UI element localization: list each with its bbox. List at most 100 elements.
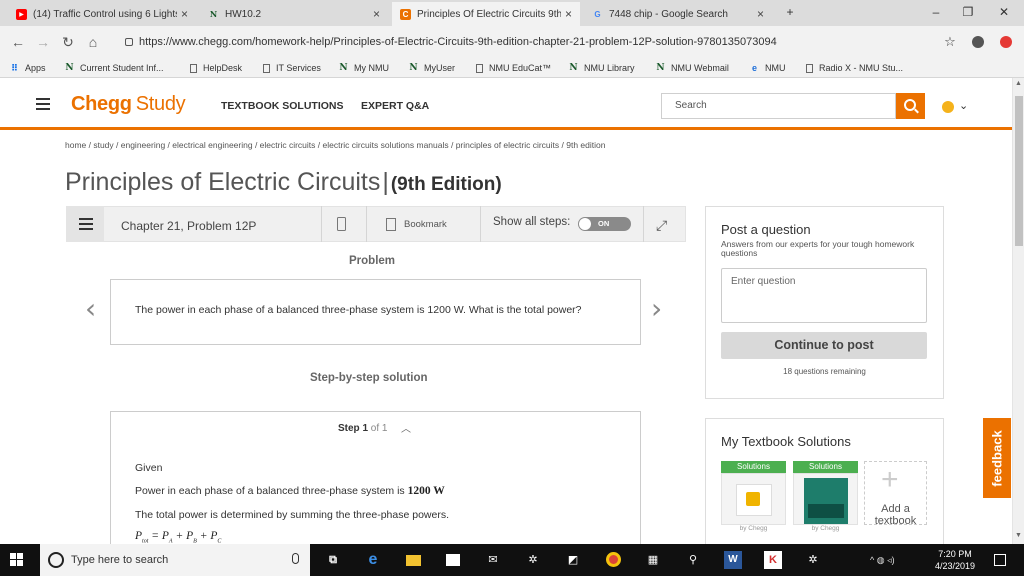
menu-icon[interactable]: [36, 98, 50, 113]
restore-icon[interactable]: ❐: [958, 3, 978, 21]
textbook-cover[interactable]: [721, 473, 786, 525]
apps-icon: ⠿: [10, 62, 19, 73]
breadcrumb[interactable]: home / study / engineering / electrical …: [65, 140, 605, 150]
feedback-button[interactable]: feedback: [983, 418, 1011, 498]
close-icon[interactable]: ×: [757, 7, 764, 21]
mail-icon[interactable]: ✉: [484, 551, 502, 569]
nav-textbook-solutions[interactable]: TEXTBOOK SOLUTIONS: [221, 100, 344, 112]
show-steps-toggle[interactable]: ON: [578, 217, 631, 231]
browser-tab-hw[interactable]: N HW10.2 ×: [200, 2, 388, 26]
page-title: Principles of Electric Circuits| (9th Edi…: [65, 168, 502, 196]
bookmark-icon[interactable]: [386, 218, 396, 231]
calculator-icon[interactable]: ▦: [644, 551, 662, 569]
nmu-icon: N: [65, 63, 74, 73]
extension-icon[interactable]: [998, 32, 1014, 52]
bookmark-current-student[interactable]: N Current Student Inf...: [65, 61, 163, 75]
taskbar-clock[interactable]: 7:20 PM 4/23/2019: [925, 548, 985, 572]
power-value: 1200 W: [408, 485, 445, 497]
bookmark-myuser[interactable]: N MyUser: [409, 61, 455, 75]
bookmark-helpdesk[interactable]: HelpDesk: [190, 61, 242, 75]
browser-tab-chegg[interactable]: C Principles Of Electric Circuits 9th ×: [392, 2, 580, 26]
nav-expert-qa[interactable]: EXPERT Q&A: [361, 100, 429, 112]
search-tool-icon[interactable]: ⚲: [684, 551, 702, 569]
total-power-equation: Ptot = PA + PB + PC: [135, 530, 222, 544]
notification-icon[interactable]: [994, 554, 1006, 566]
close-window-icon[interactable]: ✕: [994, 3, 1014, 21]
pinned-app-icon[interactable]: ◩: [564, 551, 582, 569]
url-text: https://www.chegg.com/homework-help/Prin…: [139, 36, 777, 48]
clock-time: 7:20 PM: [938, 549, 972, 559]
windows-start-icon[interactable]: [10, 553, 24, 567]
chegg-icon: C: [400, 8, 411, 20]
show-steps-label: Show all steps:: [493, 216, 571, 228]
tab-label: HW10.2: [225, 8, 262, 20]
book-edition: (9th Edition): [390, 174, 502, 195]
bookmark-it-services[interactable]: IT Services: [263, 61, 321, 75]
bookmark-label: NMU: [765, 63, 786, 73]
logo-brand: Chegg: [71, 93, 132, 115]
chevron-up-icon[interactable]: ︿: [401, 420, 411, 435]
bookmark-webmail[interactable]: N NMU Webmail: [656, 61, 728, 75]
previous-problem-icon[interactable]: ‹: [85, 292, 96, 325]
home-icon[interactable]: ⌂: [85, 34, 101, 50]
bookmark-label: MyUser: [424, 63, 455, 73]
star-icon[interactable]: ☆: [942, 32, 958, 52]
power-value-text: 1200 W: [407, 485, 445, 497]
store-icon[interactable]: [444, 551, 462, 569]
continue-to-post-button[interactable]: Continue to post: [721, 332, 927, 359]
next-problem-icon[interactable]: ›: [651, 292, 662, 325]
mobile-view-icon[interactable]: [337, 217, 346, 231]
chegg-study-logo[interactable]: Chegg Study: [71, 93, 186, 116]
word-icon[interactable]: W: [724, 551, 742, 569]
edge-browser-icon[interactable]: e: [364, 551, 382, 569]
avatar[interactable]: [942, 101, 954, 113]
nmu-icon: N: [569, 63, 578, 73]
system-tray[interactable]: ^ ◍ ◃): [870, 555, 895, 566]
task-view-icon[interactable]: ⧉: [324, 551, 342, 569]
question-input[interactable]: Enter question: [721, 268, 927, 323]
bookmark-radio-x[interactable]: Radio X - NMU Stu...: [806, 61, 903, 75]
browser-tab-google[interactable]: G 7448 chip - Google Search ×: [584, 2, 772, 26]
logo-product: Study: [135, 93, 186, 115]
search-input[interactable]: Search: [661, 93, 896, 119]
close-icon[interactable]: ×: [181, 7, 188, 21]
site-header: Chegg Study TEXTBOOK SOLUTIONS EXPERT Q&A…: [0, 78, 1012, 130]
textbook-cover[interactable]: [793, 473, 858, 525]
new-tab-button[interactable]: +: [780, 3, 800, 21]
bookmark-library[interactable]: N NMU Library: [569, 61, 634, 75]
profile-icon[interactable]: [970, 32, 986, 52]
file-explorer-icon[interactable]: [404, 551, 422, 569]
bookmark-apps[interactable]: ⠿ Apps: [10, 61, 46, 75]
bookmark-my-nmu[interactable]: N My NMU: [339, 61, 389, 75]
forward-arrow-icon[interactable]: →: [35, 34, 51, 50]
chrome-icon[interactable]: [604, 551, 622, 569]
expand-icon[interactable]: ⤢: [656, 217, 667, 234]
page-scrollbar[interactable]: ▲ ▼: [1012, 78, 1024, 544]
reload-icon[interactable]: ↻: [60, 34, 76, 50]
close-icon[interactable]: ×: [373, 7, 380, 21]
microphone-icon[interactable]: [292, 553, 299, 564]
close-icon[interactable]: ×: [565, 7, 572, 21]
minimize-icon[interactable]: –: [926, 3, 946, 21]
google-icon: G: [594, 9, 601, 19]
back-arrow-icon[interactable]: ←: [10, 34, 26, 50]
taskbar-search-input[interactable]: Type here to search: [40, 544, 310, 576]
puzzle-app-icon[interactable]: ✲: [524, 551, 542, 569]
bookmark-educat[interactable]: NMU EduCat™: [476, 61, 551, 75]
chevron-down-icon[interactable]: ⌄: [959, 99, 968, 112]
bookmark-nmu[interactable]: e NMU: [750, 61, 786, 75]
page-icon: [263, 63, 270, 73]
taskbar-search-placeholder: Type here to search: [71, 554, 169, 566]
k-app-icon[interactable]: K: [764, 551, 782, 569]
search-button[interactable]: [896, 93, 925, 119]
bookmark-button[interactable]: Bookmark: [404, 219, 447, 230]
solution-line-1: Power in each phase of a balanced three-…: [135, 485, 445, 497]
address-bar[interactable]: https://www.chegg.com/homework-help/Prin…: [113, 32, 963, 52]
browser-tab-youtube[interactable]: ▶ (14) Traffic Control using 6 Lights ×: [8, 2, 196, 26]
settings-gear-icon[interactable]: ✲: [804, 551, 822, 569]
bookmark-label: HelpDesk: [203, 63, 243, 73]
textbook-solutions-title: My Textbook Solutions: [721, 434, 851, 449]
chapter-list-icon[interactable]: [66, 206, 104, 242]
bookmark-label: NMU EduCat™: [489, 63, 552, 73]
solution-line-1-text: Power in each phase of a balanced three-…: [135, 485, 405, 497]
